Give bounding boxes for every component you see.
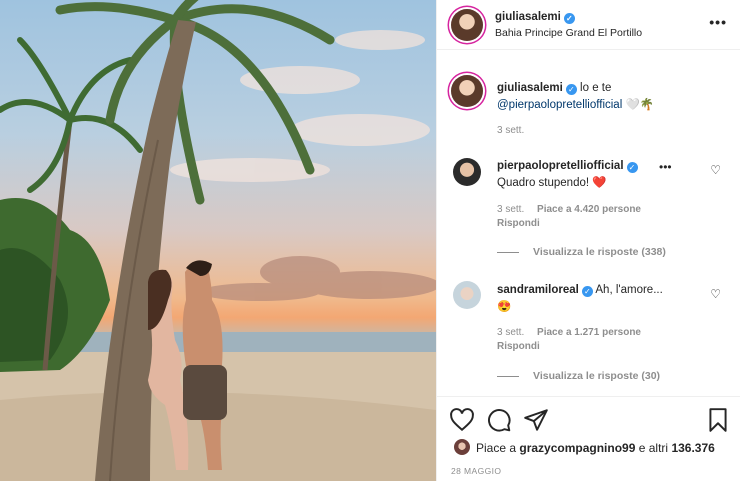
comment-likes[interactable]: Piace a 1.271 persone — [537, 327, 641, 338]
verified-badge-icon: ✓ — [563, 13, 575, 24]
comment-text: Quadro stupendo! — [497, 177, 590, 189]
reply-button[interactable]: Rispondi — [497, 341, 540, 352]
likes-middle: e altri — [638, 441, 669, 455]
comment-emoji: ❤️ — [592, 177, 607, 189]
comment-meta: 3 sett. Piace a 1.271 persone — [497, 327, 641, 338]
divider — [497, 251, 519, 253]
likes-prefix: Piace a — [476, 441, 517, 455]
post-username[interactable]: giuliasalemi ✓ — [495, 11, 575, 24]
comment-icon[interactable] — [486, 407, 512, 433]
caption-username[interactable]: giuliasalemi — [497, 82, 563, 94]
caption-time[interactable]: 3 sett. — [497, 125, 524, 136]
likes-user[interactable]: grazycompagnino99 — [519, 441, 635, 455]
comment: sandramiloreal ✓ Ah, l'amore... 😍 — [497, 282, 697, 316]
post-location[interactable]: Bahia Principe Grand El Portillo — [495, 27, 642, 39]
beach-sunset-image — [0, 0, 436, 481]
bookmark-icon[interactable] — [705, 407, 731, 433]
caption: giuliasalemi ✓ lo e te @pierpaolopretelli… — [497, 80, 722, 114]
view-replies-button[interactable]: Visualizza le risposte (30) — [497, 370, 660, 382]
heart-icon[interactable] — [449, 407, 475, 433]
reply-button[interactable]: Rispondi — [497, 218, 540, 229]
verified-badge-icon: ✓ — [626, 162, 638, 173]
view-replies-label: Visualizza le risposte (338) — [533, 246, 666, 258]
avatar[interactable] — [454, 439, 470, 455]
caption-emoji: 🤍🌴 — [625, 99, 655, 111]
comment-username[interactable]: pierpaolopretelliofficial — [497, 160, 624, 172]
comment-text: Ah, l'amore... — [595, 284, 663, 296]
avatar[interactable] — [453, 281, 481, 309]
comment-emoji: 😍 — [497, 301, 512, 313]
comment-likes[interactable]: Piace a 4.420 persone — [537, 204, 641, 215]
more-horizontal-icon[interactable]: ••• — [659, 160, 672, 174]
caption-mention[interactable]: @pierpaolopretelliofficial — [497, 99, 622, 111]
divider — [497, 375, 519, 377]
post-side-panel: giuliasalemi ✓ Bahia Principe Grand El Po… — [436, 0, 740, 481]
heart-icon[interactable]: ♡ — [710, 163, 721, 177]
post-username-text[interactable]: giuliasalemi — [495, 11, 561, 23]
more-horizontal-icon[interactable]: ••• — [709, 14, 727, 30]
post-header: giuliasalemi ✓ Bahia Principe Grand El Po… — [437, 0, 740, 50]
comments-section: giuliasalemi ✓ lo e te @pierpaolopretelli… — [437, 51, 740, 395]
heart-icon[interactable]: ♡ — [710, 287, 721, 301]
view-replies-button[interactable]: Visualizza le risposte (338) — [497, 246, 666, 258]
comment-meta: 3 sett. Piace a 4.420 persone — [497, 204, 641, 215]
verified-badge-icon: ✓ — [565, 84, 577, 95]
caption-text: lo e te — [580, 82, 612, 94]
avatar[interactable] — [453, 158, 481, 186]
view-replies-label: Visualizza le risposte (30) — [533, 370, 661, 382]
post-photo[interactable] — [0, 0, 436, 481]
post-date[interactable]: 28 MAGGIO — [451, 466, 501, 476]
comment-time[interactable]: 3 sett. — [497, 204, 524, 215]
share-icon[interactable] — [523, 407, 549, 433]
comment-time[interactable]: 3 sett. — [497, 327, 524, 338]
avatar[interactable] — [451, 9, 483, 41]
verified-badge-icon: ✓ — [581, 286, 593, 297]
likes-summary: Piace a grazycompagnino99 e altri 136.37… — [476, 441, 715, 455]
comment-username[interactable]: sandramiloreal — [497, 284, 579, 296]
avatar[interactable] — [451, 75, 483, 107]
likes-count[interactable]: 136.376 — [671, 441, 714, 455]
